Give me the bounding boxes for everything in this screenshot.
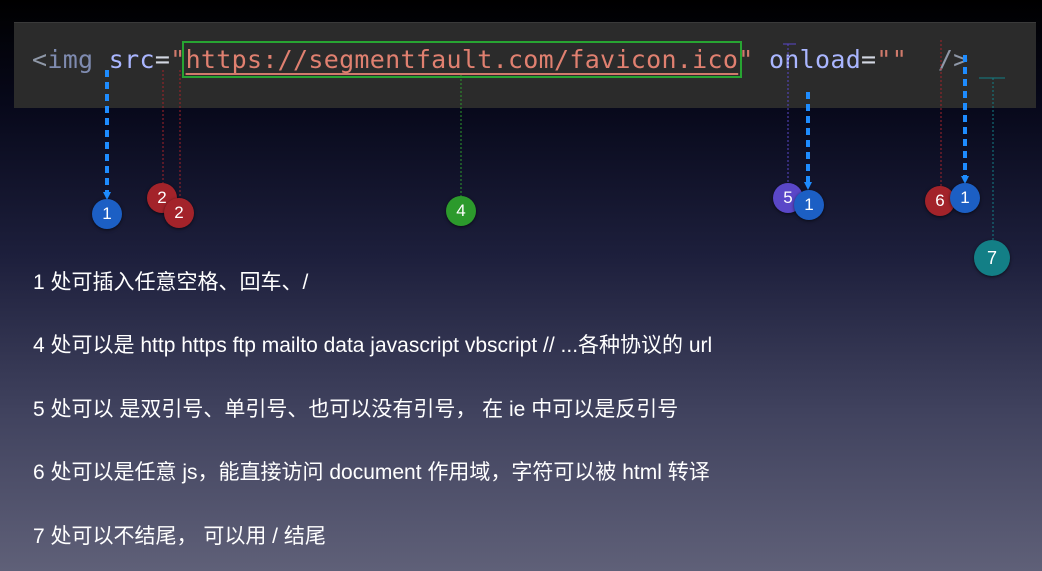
note-5: 5 处可以 是双引号、单引号、也可以没有引号， 在 ie 中可以是反引号 [33,398,679,421]
marker-2-src-b: 2 [164,198,194,228]
note-4: 4 处可以是 http https ftp mailto data javasc… [33,334,713,357]
note-6: 6 处可以是任意 js，能直接访问 document 作用域，字符可以被 htm… [33,461,710,484]
note-1: 1 处可插入任意空格、回车、/ [33,271,309,294]
marker-1-whitespace-before-close: 1 [950,183,980,213]
note-7: 7 处可以不结尾， 可以用 / 结尾 [33,525,326,548]
marker-4-url: 4 [446,196,476,226]
marker-1-whitespace-after-tag: 1 [92,199,122,229]
marker-1-whitespace-before-onload: 1 [794,190,824,220]
marker-7-tag-end: 7 [974,240,1010,276]
